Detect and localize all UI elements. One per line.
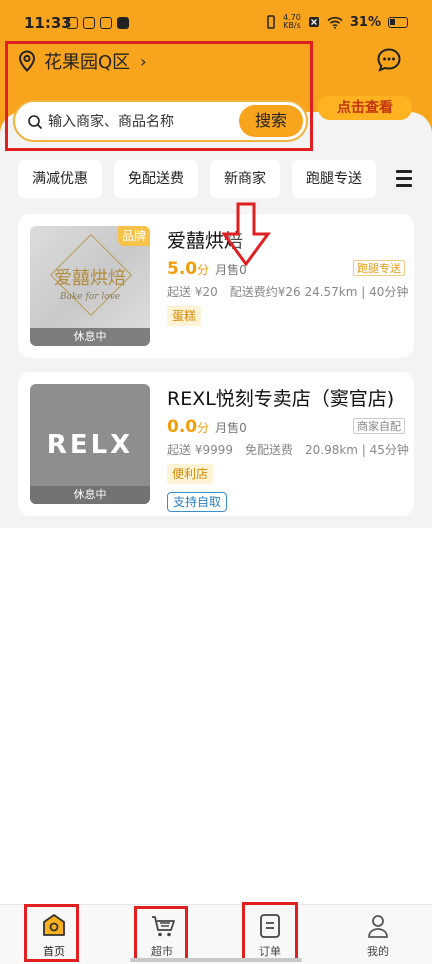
message-icon[interactable] (376, 47, 402, 73)
shop-thumbnail: RELX 休息中 (30, 384, 150, 504)
search-bar: 搜索 (13, 100, 308, 142)
shop-category-tag: 蛋糕 (167, 306, 202, 326)
nav-profile-label: 我的 (367, 945, 389, 958)
nav-profile[interactable]: 我的 (338, 905, 418, 964)
shop-info: REXL悦刻专卖店（窦官店) 0.0 分 月售0 商家自配 起送 ¥9999 免… (167, 384, 409, 512)
shop-delivery-details: 起送 ¥9999 免配送费 20.98km | 45分钟 (167, 443, 409, 457)
nav-supermarket-label: 超市 (151, 945, 173, 958)
filter-tag-discount[interactable]: 满减优惠 (18, 160, 102, 198)
menu-icon[interactable] (396, 170, 412, 191)
delivery-type-badge: 跑腿专送 (353, 260, 405, 276)
order-icon (260, 914, 280, 938)
shop-info: 爱囍烘焙 5.0 分 月售0 跑腿专送 起送 ¥20 配送费约¥26 24.57… (167, 226, 409, 326)
filter-tag-free-delivery[interactable]: 免配送费 (114, 160, 198, 198)
shop-card[interactable]: RELX 休息中 REXL悦刻专卖店（窦官店) 0.0 分 月售0 商家自配 起… (18, 372, 414, 516)
nav-orders[interactable]: 订单 (230, 905, 310, 964)
app-notification-icon (83, 17, 95, 29)
nav-home[interactable]: 首页 (14, 905, 94, 964)
wifi-icon (327, 16, 343, 29)
battery-percent: 31% (349, 14, 381, 30)
no-sim-icon (308, 17, 319, 27)
annotation-arrow-icon (222, 202, 271, 266)
shop-category-tag: 便利店 (167, 464, 214, 484)
rating-unit: 分 (197, 263, 210, 277)
vibrate-icon (267, 15, 275, 29)
tiktok-icon (117, 17, 129, 29)
cart-icon (152, 916, 175, 937)
search-icon (28, 115, 43, 130)
status-right: 4.70 KB/s 31% (266, 14, 408, 30)
brand-badge: 品牌 (117, 226, 150, 246)
search-button[interactable]: 搜索 (239, 105, 303, 137)
home-icon (43, 914, 65, 936)
filter-bar: 满减优惠 免配送费 新商家 跑腿专送 (18, 160, 376, 198)
search-input[interactable] (48, 111, 238, 133)
pickup-support-tag: 支持自取 (167, 492, 228, 512)
shop-rating: 0.0 (167, 417, 198, 437)
shop-delivery-details: 起送 ¥20 配送费约¥26 24.57km | 40分钟 (167, 285, 409, 299)
closed-status: 休息中 (30, 486, 150, 504)
profile-icon (368, 915, 388, 938)
app-notification-icon (100, 17, 112, 29)
shop-logo-text: 爱囍烘焙 (54, 268, 126, 289)
battery-icon (388, 16, 408, 28)
filter-tag-new-shops[interactable]: 新商家 (210, 160, 280, 198)
bottom-navigation: 首页 超市 订单 我的 (0, 904, 432, 964)
net-speed: 4.70 KB/s (283, 13, 301, 30)
app-notification-icon (66, 17, 78, 29)
nav-orders-label: 订单 (259, 945, 281, 958)
shop-logo-subtitle: Bake for love (59, 292, 121, 302)
promo-banner[interactable]: 点击查看 (318, 96, 412, 120)
shop-logo-text: RELX (46, 430, 134, 460)
shop-rating-row: 0.0 分 月售0 商家自配 (167, 417, 405, 437)
home-indicator (130, 958, 302, 962)
delivery-type-badge: 商家自配 (353, 418, 405, 434)
filter-tag-errand[interactable]: 跑腿专送 (292, 160, 376, 198)
nav-home-label: 首页 (43, 945, 65, 958)
shop-rating: 5.0 (167, 259, 198, 279)
location-pin-icon (18, 50, 36, 72)
location-label: 花果园Q区 (44, 52, 131, 73)
shop-name: REXL悦刻专卖店（窦官店) (167, 388, 395, 410)
shop-card[interactable]: 爱囍烘焙 Bake for love 品牌 休息中 爱囍烘焙 5.0 分 月售0… (18, 214, 414, 358)
shop-name: 爱囍烘焙 (167, 230, 244, 252)
status-bar: 11:33 4.70 KB/s 31% (0, 0, 432, 40)
chevron-right-icon: › (140, 51, 147, 71)
closed-status: 休息中 (30, 328, 150, 346)
rating-unit: 分 (197, 421, 210, 435)
location-selector[interactable]: 花果园Q区 › (18, 48, 147, 74)
monthly-sales: 月售0 (215, 421, 247, 435)
shop-rating-row: 5.0 分 月售0 跑腿专送 (167, 259, 405, 279)
shop-thumbnail: 爱囍烘焙 Bake for love 品牌 休息中 (30, 226, 150, 346)
nav-supermarket[interactable]: 超市 (122, 905, 202, 964)
status-time: 11:33 (24, 14, 72, 32)
notification-icons (66, 17, 129, 29)
